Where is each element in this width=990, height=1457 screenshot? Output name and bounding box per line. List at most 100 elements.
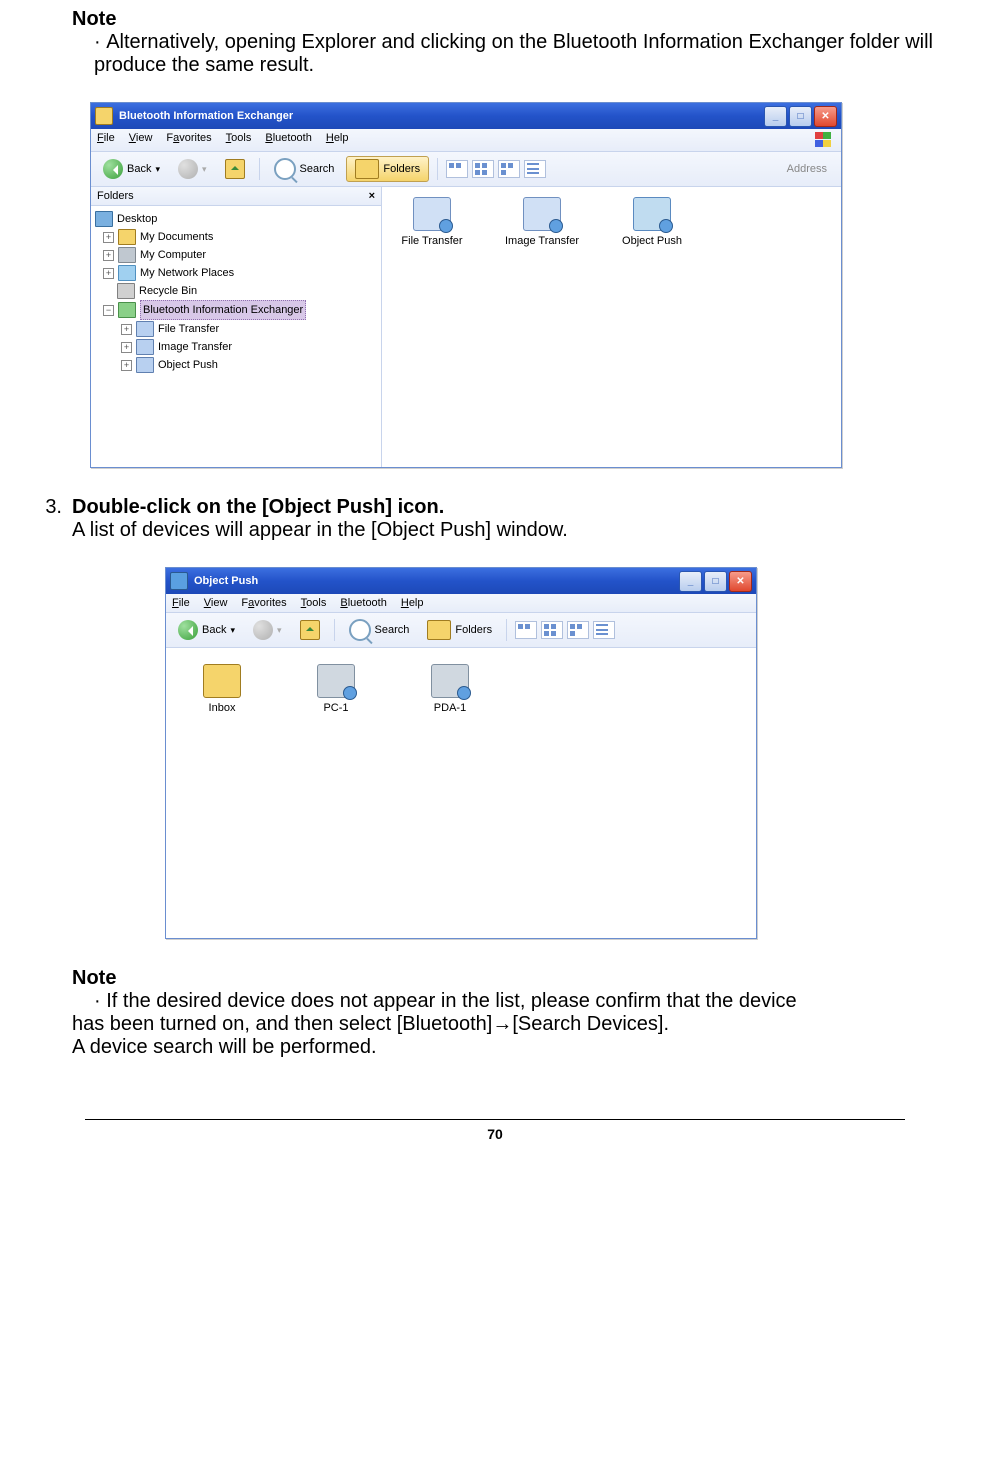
step-title: Double-click on the [Object Push] icon. xyxy=(72,496,990,519)
menu-bluetooth[interactable]: Bluetooth xyxy=(265,132,312,148)
back-button[interactable]: Back ▾ xyxy=(97,157,166,181)
forward-button[interactable]: ▾ xyxy=(247,618,288,642)
view-list-icon[interactable] xyxy=(593,621,615,639)
tree-object-push[interactable]: +Object Push xyxy=(95,356,377,374)
folders-icon xyxy=(355,159,379,179)
search-button[interactable]: Search xyxy=(268,156,341,182)
folders-button[interactable]: Folders xyxy=(346,156,429,182)
step-body: A list of devices will appear in the [Ob… xyxy=(72,519,990,542)
view-thumbnails-icon[interactable] xyxy=(515,621,537,639)
content-pane: Inbox PC-1 PDA-1 xyxy=(166,648,756,938)
expand-icon[interactable]: + xyxy=(103,250,114,261)
menu-view[interactable]: View xyxy=(204,597,228,609)
view-list-icon[interactable] xyxy=(524,160,546,178)
maximize-button[interactable]: □ xyxy=(704,571,727,592)
toolbar: Back ▾ ▾ Search Folders xyxy=(166,613,756,648)
view-buttons xyxy=(515,621,615,639)
forward-icon xyxy=(253,620,273,640)
menu-help[interactable]: Help xyxy=(401,597,424,609)
tree-desktop[interactable]: Desktop xyxy=(95,210,377,228)
menu-view[interactable]: View xyxy=(129,132,153,148)
note-label: Note xyxy=(72,8,980,31)
folder-icon xyxy=(95,107,113,125)
folders-header: Folders xyxy=(97,190,134,202)
view-icons-icon[interactable] xyxy=(498,160,520,178)
collapse-icon[interactable]: − xyxy=(103,305,114,316)
menu-bluetooth[interactable]: Bluetooth xyxy=(340,597,387,609)
menu-file[interactable]: File xyxy=(97,132,115,148)
tree-mycomp[interactable]: +My Computer xyxy=(95,246,377,264)
view-tiles-icon[interactable] xyxy=(541,621,563,639)
close-button[interactable]: ✕ xyxy=(729,571,752,592)
dropdown-arrow-icon[interactable]: ▾ xyxy=(202,164,207,175)
back-icon xyxy=(178,620,198,640)
image-transfer-icon xyxy=(523,197,561,231)
menu-help[interactable]: Help xyxy=(326,132,349,148)
dropdown-arrow-icon[interactable]: ▾ xyxy=(277,625,282,636)
expand-icon[interactable]: + xyxy=(121,324,132,335)
toolbar: Back ▾ ▾ Search Folders xyxy=(91,152,841,187)
titlebar[interactable]: Bluetooth Information Exchanger _ □ ✕ xyxy=(91,103,841,129)
up-button[interactable] xyxy=(219,157,251,181)
expand-icon[interactable]: + xyxy=(103,232,114,243)
tree-image-transfer[interactable]: +Image Transfer xyxy=(95,338,377,356)
note-label: Note xyxy=(72,967,980,990)
expand-icon[interactable]: + xyxy=(121,360,132,371)
file-transfer-icon xyxy=(413,197,451,231)
view-thumbnails-icon[interactable] xyxy=(446,160,468,178)
view-icons-icon[interactable] xyxy=(567,621,589,639)
back-button[interactable]: Back ▾ xyxy=(172,618,241,642)
close-pane-button[interactable]: × xyxy=(369,190,375,202)
device-icon xyxy=(317,664,355,698)
expand-icon[interactable]: + xyxy=(103,268,114,279)
tree-mynet[interactable]: +My Network Places xyxy=(95,264,377,282)
tree-btie[interactable]: −Bluetooth Information Exchanger xyxy=(95,300,377,320)
address-label: Address xyxy=(787,163,835,175)
note-block-2: Note · If the desired device does not ap… xyxy=(72,967,980,1059)
item-image-transfer[interactable]: Image Transfer xyxy=(502,197,582,247)
expand-icon[interactable]: + xyxy=(121,342,132,353)
search-button[interactable]: Search xyxy=(343,617,416,643)
titlebar[interactable]: Object Push _ □ ✕ xyxy=(166,568,756,594)
dropdown-arrow-icon[interactable]: ▾ xyxy=(230,625,235,636)
search-icon xyxy=(274,158,296,180)
folders-button[interactable]: Folders xyxy=(421,618,498,642)
up-button[interactable] xyxy=(294,618,326,642)
tree-mydocs[interactable]: +My Documents xyxy=(95,228,377,246)
page-number: 70 xyxy=(487,1126,503,1142)
bullet: · xyxy=(94,31,106,53)
minimize-button[interactable]: _ xyxy=(764,106,787,127)
tree-file-transfer[interactable]: +File Transfer xyxy=(95,320,377,338)
page-footer: 70 xyxy=(85,1119,905,1142)
menu-favorites[interactable]: Favorites xyxy=(241,597,286,609)
close-button[interactable]: ✕ xyxy=(814,106,837,127)
item-file-transfer[interactable]: File Transfer xyxy=(392,197,472,247)
item-pda1[interactable]: PDA-1 xyxy=(410,664,490,714)
item-object-push[interactable]: Object Push xyxy=(612,197,692,247)
item-inbox[interactable]: Inbox xyxy=(182,664,262,714)
menu-tools[interactable]: Tools xyxy=(301,597,327,609)
item-pc1[interactable]: PC-1 xyxy=(296,664,376,714)
back-icon xyxy=(103,159,123,179)
folder-tree: Desktop +My Documents +My Computer +My N… xyxy=(91,206,381,378)
object-push-icon xyxy=(633,197,671,231)
forward-button[interactable]: ▾ xyxy=(172,157,213,181)
explorer-window-btie: Bluetooth Information Exchanger _ □ ✕ Fi… xyxy=(90,102,842,468)
step-number: 3. xyxy=(0,496,72,542)
note-block-1: Note · Alternatively, opening Explorer a… xyxy=(72,8,980,77)
note-body: · Alternatively, opening Explorer and cl… xyxy=(94,31,980,77)
view-tiles-icon[interactable] xyxy=(472,160,494,178)
explorer-window-object-push: Object Push _ □ ✕ File View Favorites To… xyxy=(165,567,757,939)
menu-file[interactable]: File xyxy=(172,597,190,609)
menu-tools[interactable]: Tools xyxy=(226,132,252,148)
tree-recycle[interactable]: Recycle Bin xyxy=(95,282,377,300)
device-icon xyxy=(431,664,469,698)
menubar: File View Favorites Tools Bluetooth Help xyxy=(166,594,756,613)
maximize-button[interactable]: □ xyxy=(789,106,812,127)
dropdown-arrow-icon[interactable]: ▾ xyxy=(155,164,160,175)
windows-flag-icon xyxy=(815,132,835,148)
up-icon xyxy=(225,159,245,179)
minimize-button[interactable]: _ xyxy=(679,571,702,592)
menu-favorites[interactable]: Favorites xyxy=(166,132,211,148)
folders-pane: Folders × Desktop +My Documents +My Comp… xyxy=(91,187,382,467)
